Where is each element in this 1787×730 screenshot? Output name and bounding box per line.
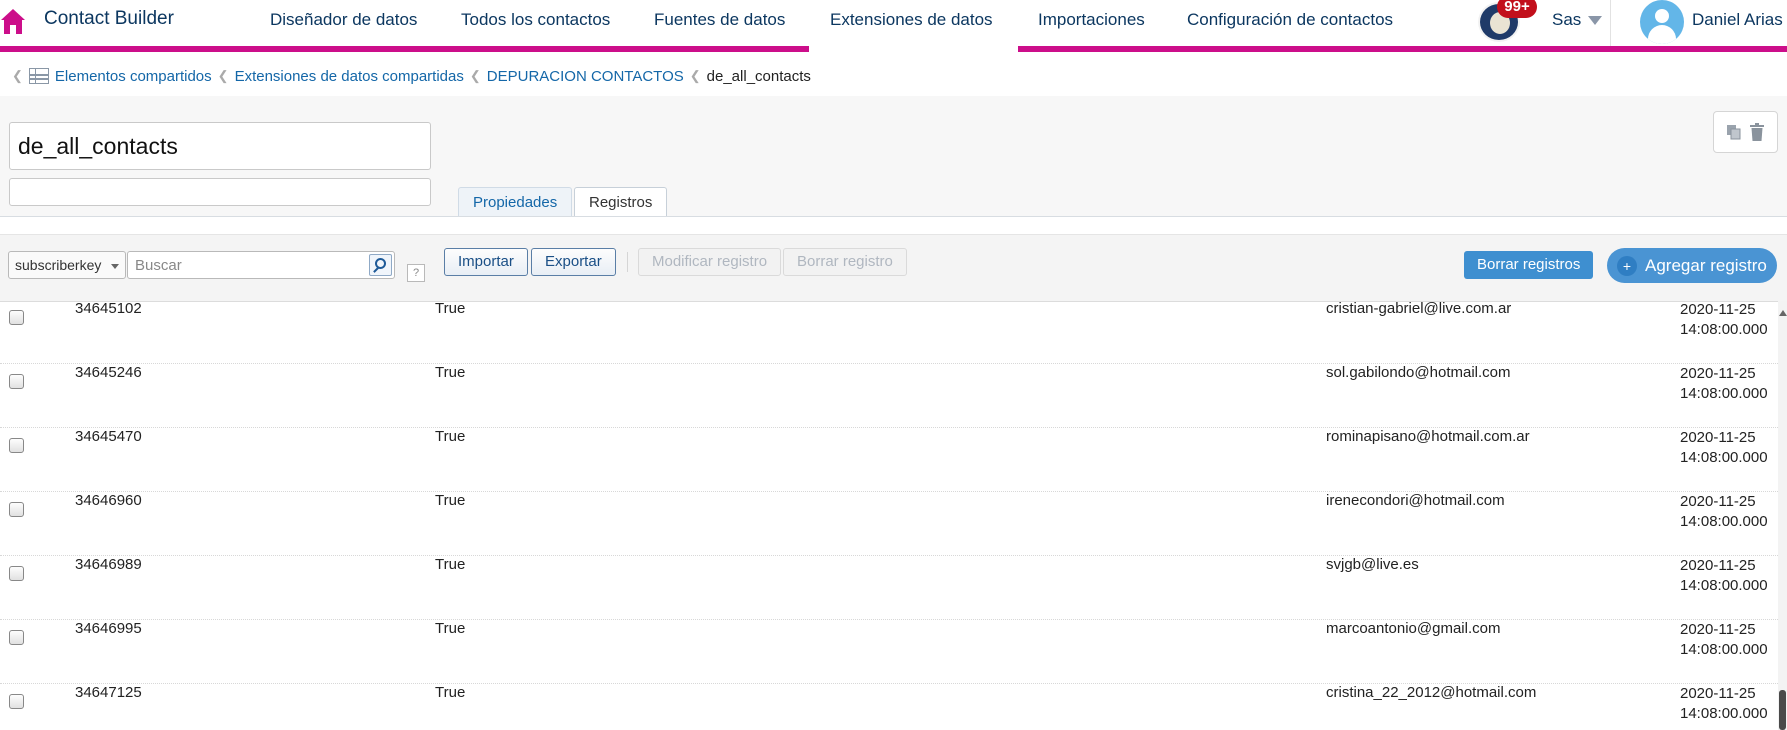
export-button[interactable]: Exportar xyxy=(531,248,616,276)
cell-date: 2020-11-25 14:08:00.000 xyxy=(1680,685,1768,722)
add-record-label: Agregar registro xyxy=(1645,256,1767,275)
cell-date: 2020-11-25 14:08:00.000 xyxy=(1680,301,1768,338)
breadcrumb-shared-extensions[interactable]: Extensiones de datos compartidas xyxy=(235,68,464,85)
chevron-left-icon: ❮ xyxy=(689,68,701,83)
toolbar-divider xyxy=(627,252,628,272)
scrollbar-thumb[interactable] xyxy=(1779,690,1786,730)
cell-flag: True xyxy=(435,620,466,637)
cell-date: 2020-11-25 14:08:00.000 xyxy=(1680,429,1768,466)
row-checkbox[interactable] xyxy=(9,694,24,709)
row-checkbox[interactable] xyxy=(9,566,24,581)
modify-record-button[interactable]: Modificar registro xyxy=(638,248,782,276)
delete-record-button[interactable]: Borrar registro xyxy=(783,248,907,276)
trash-icon[interactable] xyxy=(1750,123,1764,141)
import-button[interactable]: Importar xyxy=(444,248,528,276)
cell-flag: True xyxy=(435,556,466,573)
cell-subscriberkey: 34645102 xyxy=(75,301,142,317)
cell-date: 2020-11-25 14:08:00.000 xyxy=(1680,493,1768,530)
chevron-down-icon[interactable] xyxy=(1588,16,1602,25)
extension-name-field[interactable]: de_all_contacts xyxy=(9,122,431,170)
scroll-up-arrow-icon[interactable] xyxy=(1779,310,1787,316)
actions-box xyxy=(1713,111,1778,153)
app-title[interactable]: Contact Builder xyxy=(44,8,174,30)
cell-flag: True xyxy=(435,428,466,445)
search-input[interactable]: Buscar xyxy=(127,251,395,279)
row-checkbox[interactable] xyxy=(9,310,24,325)
cell-email: marcoantonio@gmail.com xyxy=(1326,620,1501,637)
field-select[interactable]: subscriberkey xyxy=(8,251,126,279)
scrollbar[interactable] xyxy=(1778,301,1787,730)
help-button[interactable]: ? xyxy=(407,264,425,282)
cell-email: rominapisano@hotmail.com.ar xyxy=(1326,428,1530,445)
breadcrumb-current: de_all_contacts xyxy=(706,67,811,85)
tab-properties[interactable]: Propiedades xyxy=(458,187,573,216)
nav-item-data-sources[interactable]: Fuentes de datos xyxy=(654,10,785,30)
cell-date: 2020-11-25 14:08:00.000 xyxy=(1680,621,1768,658)
cell-subscriberkey: 34645246 xyxy=(75,364,142,381)
nav-active-cover xyxy=(809,46,1018,52)
notification-badge: 99+ xyxy=(1497,0,1537,18)
row-checkbox[interactable] xyxy=(9,374,24,389)
row-checkbox[interactable] xyxy=(9,502,24,517)
extension-description-field[interactable] xyxy=(9,178,431,206)
chevron-left-icon: ❮ xyxy=(469,68,481,83)
chevron-left-icon: ❮ xyxy=(217,68,229,83)
field-select-value: subscriberkey xyxy=(15,257,102,273)
breadcrumb-folder[interactable]: DEPURACION CONTACTOS xyxy=(487,68,684,85)
cell-date: 2020-11-25 14:08:00.000 xyxy=(1680,557,1768,594)
breadcrumb: ❮ Elementos compartidos ❮ Extensiones de… xyxy=(12,66,811,86)
plus-icon: + xyxy=(1617,256,1637,276)
cell-email: svjgb@live.es xyxy=(1326,556,1419,573)
table-row: 34647125 True cristina_22_2012@hotmail.c… xyxy=(0,684,1778,730)
table-row: 34645246 True sol.gabilondo@hotmail.com … xyxy=(0,364,1778,428)
row-checkbox[interactable] xyxy=(9,438,24,453)
tab-records[interactable]: Registros xyxy=(574,187,668,216)
table-icon xyxy=(28,68,49,84)
cell-email: cristian-gabriel@live.com.ar xyxy=(1326,301,1512,317)
cell-subscriberkey: 34645470 xyxy=(75,428,142,445)
home-icon[interactable] xyxy=(0,6,26,36)
nav-item-data-extensions[interactable]: Extensiones de datos xyxy=(830,10,993,30)
nav-item-contact-settings[interactable]: Configuración de contactos xyxy=(1187,10,1393,30)
table-row: 34646995 True marcoantonio@gmail.com 202… xyxy=(0,620,1778,684)
chevron-left-icon: ❮ xyxy=(12,68,23,83)
cell-flag: True xyxy=(435,301,466,317)
cell-subscriberkey: 34646989 xyxy=(75,556,142,573)
copy-icon[interactable] xyxy=(1726,124,1742,140)
cell-flag: True xyxy=(435,684,466,701)
cell-subscriberkey: 34646960 xyxy=(75,492,142,509)
breadcrumb-shared-items[interactable]: Elementos compartidos xyxy=(55,68,212,85)
table-row: 34646989 True svjgb@live.es 2020-11-25 1… xyxy=(0,556,1778,620)
tab-divider xyxy=(0,216,1787,217)
table-row: 34646960 True irenecondori@hotmail.com 2… xyxy=(0,492,1778,556)
nav-item-data-designer[interactable]: Diseñador de datos xyxy=(270,10,417,30)
cell-date: 2020-11-25 14:08:00.000 xyxy=(1680,365,1768,402)
search-button[interactable] xyxy=(369,254,392,276)
cell-email: irenecondori@hotmail.com xyxy=(1326,492,1505,509)
table-row: 34645102 True cristian-gabriel@live.com.… xyxy=(0,301,1778,364)
top-nav: Contact Builder Diseñador de datos Todos… xyxy=(0,0,1787,52)
org-switcher[interactable]: Sas xyxy=(1552,10,1581,30)
avatar[interactable] xyxy=(1640,0,1684,44)
delete-records-button[interactable]: Borrar registros xyxy=(1464,251,1594,279)
cell-email: sol.gabilondo@hotmail.com xyxy=(1326,364,1511,381)
cell-subscriberkey: 34646995 xyxy=(75,620,142,637)
chevron-down-icon xyxy=(111,264,119,269)
user-name[interactable]: Daniel Arias xyxy=(1692,10,1783,30)
records-table: 34645102 True cristian-gabriel@live.com.… xyxy=(0,301,1778,730)
nav-item-all-contacts[interactable]: Todos los contactos xyxy=(461,10,610,30)
nav-item-imports[interactable]: Importaciones xyxy=(1038,10,1145,30)
cell-subscriberkey: 34647125 xyxy=(75,684,142,701)
row-checkbox[interactable] xyxy=(9,630,24,645)
nav-divider xyxy=(1610,0,1611,46)
add-record-button[interactable]: + Agregar registro xyxy=(1607,248,1777,283)
table-row: 34645470 True rominapisano@hotmail.com.a… xyxy=(0,428,1778,492)
cell-email: cristina_22_2012@hotmail.com xyxy=(1326,684,1537,701)
cell-flag: True xyxy=(435,492,466,509)
cell-flag: True xyxy=(435,364,466,381)
